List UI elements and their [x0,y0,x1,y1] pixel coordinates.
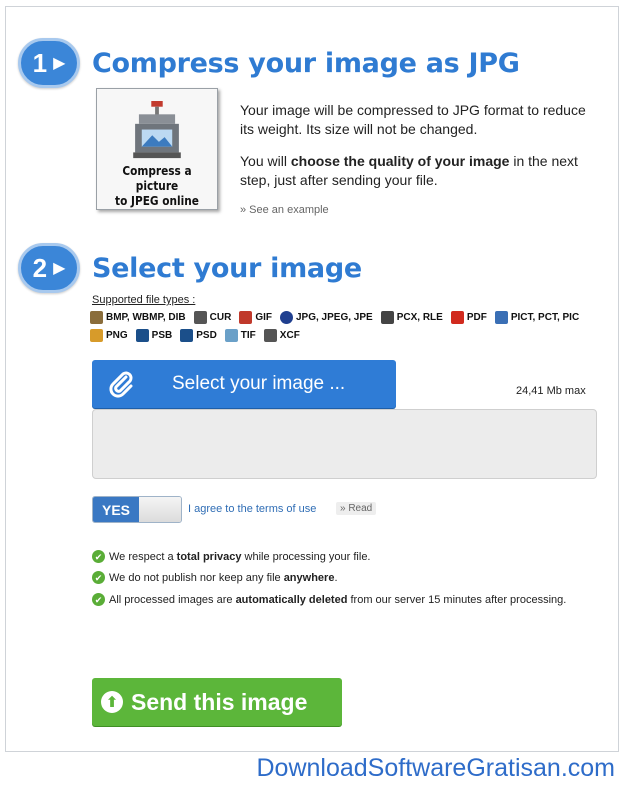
file-type: PSB [135,329,173,342]
file-type-label: PICT, PCT, PIC [510,312,580,323]
see-example-link[interactable]: » See an example [240,204,329,216]
max-size-label: 24,41 Mb max [516,385,586,397]
file-type-label: XCF [279,330,300,341]
send-image-label: Send this image [131,688,308,715]
file-type: BMP, WBMP, DIB [90,311,186,324]
compressor-icon [133,101,181,159]
play-arrow-icon: ▶ [53,55,66,72]
file-drop-zone[interactable] [92,409,597,479]
privacy-text-part: We do not publish nor keep any file [109,572,284,584]
privacy-text-part: All processed images are [109,594,236,606]
play-arrow-icon: ▶ [53,260,66,277]
compress-thumbnail: Compress a picture to JPEG online [96,88,218,210]
psb-icon [135,329,149,342]
cursor-icon [193,311,207,324]
upload-arrow-icon: ⬆ [101,691,123,713]
file-type: TIF [224,329,256,342]
file-types-row-1: BMP, WBMP, DIB CUR GIF JPG, JPEG, JPE PC… [90,311,610,324]
terms-toggle[interactable]: YES [92,496,182,523]
agree-terms-link[interactable]: I agree to the terms of use [188,503,316,515]
privacy-text-part: from our server 15 minutes after process… [347,594,567,606]
check-icon: ✔ [92,571,105,584]
pict-icon [494,311,508,324]
privacy-item: ✔ All processed images are automatically… [92,592,592,608]
select-image-button[interactable]: Select your image ... [92,360,396,408]
file-type: PICT, PCT, PIC [494,311,580,324]
privacy-item: ✔ We respect a total privacy while proce… [92,549,592,565]
jpg-icon [279,311,293,324]
select-image-label: Select your image ... [172,373,346,394]
caption-line-1: Compress a picture [122,164,192,193]
description-paragraph-1: Your image will be compressed to JPG for… [240,102,586,137]
send-image-button[interactable]: ⬆ Send this image [92,678,342,726]
check-icon: ✔ [92,550,105,563]
file-type: PCX, RLE [380,311,443,324]
privacy-item: ✔ We do not publish nor keep any file an… [92,570,592,586]
check-icon: ✔ [92,593,105,606]
thumbnail-caption: Compress a picture to JPEG online [104,164,210,209]
bmp-icon [90,311,103,324]
privacy-text: We respect a total privacy while process… [109,549,371,565]
privacy-text: We do not publish nor keep any file anyw… [109,570,338,586]
file-type-label: GIF [255,312,272,323]
privacy-text-part: . [334,572,338,584]
file-type-label: PNG [106,330,128,341]
caption-line-2: to JPEG online [115,194,199,208]
supported-types-label: Supported file types : [92,294,196,306]
read-terms-link[interactable]: » Read [336,502,377,515]
step-1-header: 1 ▶ Compress your image as JPG [18,38,520,88]
file-type-label: BMP, WBMP, DIB [106,312,186,323]
file-type-label: JPG, JPEG, JPE [295,312,373,323]
step-1-title: Compress your image as JPG [92,47,520,79]
pdf-icon [450,311,464,324]
step-2-badge: 2 ▶ [18,243,80,293]
step-2-header: 2 ▶ Select your image [18,243,362,293]
privacy-text-part: We respect a [109,551,177,563]
file-type: GIF [239,311,272,324]
desc-text: You will [240,153,291,169]
gif-icon [239,311,253,324]
png-icon [90,329,103,342]
file-type-label: TIF [240,330,256,341]
step-2-title: Select your image [92,252,362,284]
privacy-text-bold: anywhere [283,572,335,584]
psd-icon [180,329,194,342]
file-type: JPG, JPEG, JPE [279,311,373,324]
file-type: PNG [90,329,128,342]
desc-bold: choose the quality of your image [290,153,510,169]
step-1-badge: 1 ▶ [18,38,80,88]
file-type-label: PSB [151,330,173,341]
toggle-yes-label: YES [93,497,139,522]
file-type-label: CUR [209,312,232,323]
privacy-text-part: while processing your file. [241,551,371,563]
tif-icon [224,329,238,342]
file-type-label: PSD [196,330,217,341]
privacy-text-bold: total privacy [176,551,242,563]
file-type-label: PCX, RLE [396,312,443,323]
file-type: PDF [450,311,487,324]
step-number: 1 [32,47,48,78]
watermark: DownloadSoftwareGratisan.com [256,754,616,782]
file-type: PSD [180,329,217,342]
file-type: XCF [263,329,300,342]
description-paragraph-2: You will choose the quality of your imag… [240,152,600,190]
step-number: 2 [32,252,48,283]
file-type: CUR [193,311,232,324]
toggle-knob [139,497,181,522]
xcf-icon [263,329,277,342]
paperclip-icon [109,371,133,398]
file-types-row-2: PNG PSB PSD TIF XCF [90,329,610,342]
file-type-label: PDF [466,312,487,323]
privacy-text: All processed images are automatically d… [109,592,566,608]
pcx-icon [380,311,394,324]
privacy-text-bold: automatically deleted [235,594,348,606]
